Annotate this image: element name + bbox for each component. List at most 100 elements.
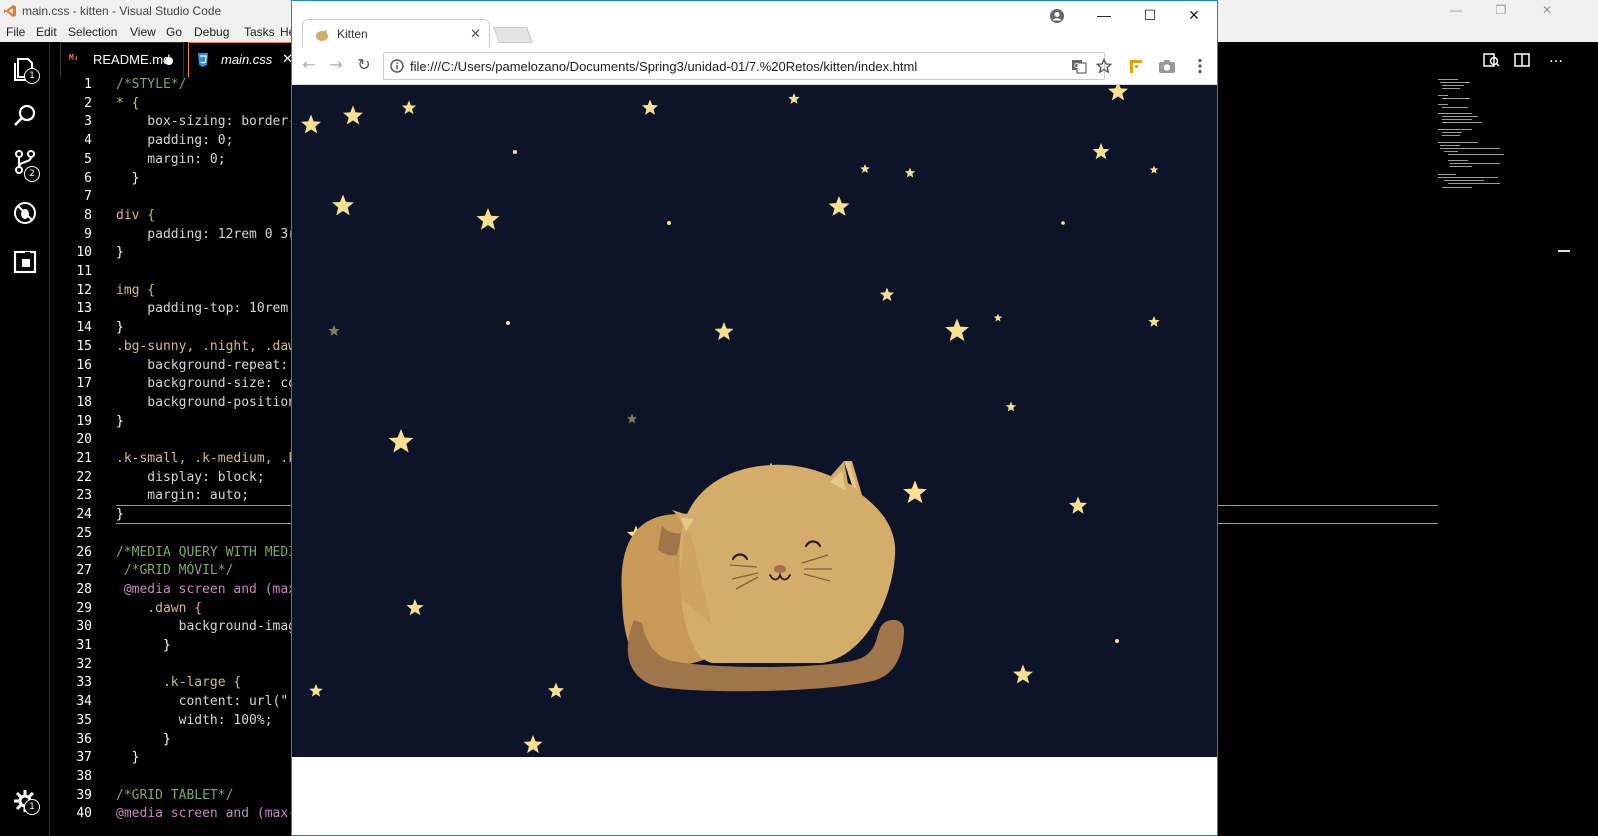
explorer-badge: 1	[24, 68, 40, 84]
camera-icon[interactable]	[1158, 57, 1176, 75]
bookmark-star-icon[interactable]	[1096, 58, 1112, 74]
menu-file[interactable]: File	[6, 25, 25, 39]
browser-window: Kitten ✕ — ☐ ✕ ← → ↻ file:///C:/Users/pa…	[291, 0, 1218, 836]
star-icon	[945, 318, 969, 342]
code-line: }	[116, 750, 140, 766]
code-editor[interactable]: /*STYLE*/ * { box-sizing: border- paddin…	[116, 77, 296, 836]
split-editor-icon[interactable]	[1513, 52, 1531, 68]
new-tab-button[interactable]	[493, 27, 533, 43]
translate-icon[interactable]: G	[1071, 58, 1087, 74]
code-line: }	[116, 320, 124, 336]
code-line: margin: 0;	[116, 151, 226, 167]
star-icon	[860, 164, 870, 174]
star-icon	[879, 287, 895, 302]
line-number: 31	[76, 638, 92, 653]
code-line: @media screen and (max	[116, 581, 296, 597]
menu-debug[interactable]: Debug	[194, 25, 229, 39]
more-actions-icon[interactable]: …	[1549, 50, 1563, 66]
star-dot	[1115, 639, 1119, 643]
reload-icon[interactable]: ↻	[355, 56, 373, 74]
night-sky-illustration	[301, 85, 1160, 754]
code-line: }	[116, 507, 124, 523]
code-line: @media screen and (max-	[116, 806, 296, 822]
star-icon	[1013, 664, 1033, 684]
vscode-minimize-button[interactable]: —	[1433, 3, 1479, 17]
line-number: 18	[76, 394, 92, 410]
star-icon	[406, 599, 424, 616]
star-icon	[1005, 401, 1017, 412]
browser-minimize-button[interactable]: —	[1084, 7, 1124, 23]
line-number: 13	[76, 301, 92, 317]
tab-main-css[interactable]: main.css ✕	[188, 42, 298, 77]
tab-close-icon[interactable]: ✕	[470, 26, 481, 42]
activity-bar: 1 2 1	[0, 42, 50, 836]
code-line: div {	[116, 207, 156, 223]
profile-icon[interactable]	[1049, 8, 1065, 24]
tab-readme[interactable]: M↓ README.md	[60, 42, 184, 77]
line-number: 34	[76, 694, 92, 710]
extensions-icon[interactable]	[12, 249, 38, 275]
browser-maximize-button[interactable]: ☐	[1130, 7, 1170, 24]
scrollbar-marker[interactable]	[1558, 250, 1570, 252]
line-number: 3	[84, 114, 92, 130]
code-line: img {	[116, 282, 156, 298]
line-number: 10	[76, 245, 92, 261]
star-icon	[1068, 496, 1088, 514]
star-icon	[1148, 316, 1160, 327]
page-viewport	[292, 85, 1217, 757]
debug-icon[interactable]	[12, 200, 38, 226]
vscode-close-button[interactable]: ✕	[1524, 3, 1570, 17]
star-icon	[547, 682, 565, 698]
search-icon[interactable]	[12, 103, 38, 129]
settings-badge: 1	[24, 799, 40, 815]
star-icon	[626, 413, 638, 424]
menu-selection[interactable]: Selection	[68, 25, 117, 39]
vscode-logo-icon	[4, 5, 16, 17]
line-number: 14	[76, 320, 92, 336]
menu-tasks[interactable]: Tasks	[244, 25, 275, 39]
line-number: 9	[84, 226, 92, 242]
info-icon[interactable]	[390, 59, 404, 73]
star-icon	[388, 429, 414, 453]
code-line: .bg-sunny, .night, .daw	[116, 338, 296, 354]
star-dot	[506, 321, 510, 325]
address-bar[interactable]: file:///C:/Users/pamelozano/Documents/Sp…	[383, 52, 1112, 80]
open-preview-icon[interactable]	[1482, 52, 1500, 68]
vscode-restore-button[interactable]: ❐	[1478, 3, 1524, 17]
browser-close-button[interactable]: ✕	[1174, 7, 1214, 24]
line-number: 8	[84, 207, 92, 223]
star-icon	[332, 194, 354, 216]
url-text: file:///C:/Users/pamelozano/Documents/Sp…	[410, 59, 918, 74]
line-number: 33	[76, 675, 92, 691]
line-number: 39	[76, 787, 92, 803]
code-line: display: block;	[116, 469, 265, 485]
code-line: }	[116, 170, 140, 186]
line-number: 29	[76, 600, 92, 616]
browser-tab-kitten[interactable]: Kitten ✕	[302, 19, 490, 49]
menu-edit[interactable]: Edit	[36, 25, 57, 39]
minimap[interactable]	[1438, 77, 1518, 197]
star-icon	[343, 105, 363, 125]
browser-tab-strip: Kitten ✕ — ☐ ✕	[292, 1, 1217, 49]
code-line: }	[116, 413, 124, 429]
star-dot	[513, 150, 517, 154]
back-arrow-icon[interactable]: ←	[300, 56, 318, 74]
menu-view[interactable]: View	[130, 25, 156, 39]
star-icon	[523, 735, 543, 754]
extension-icon[interactable]	[1127, 57, 1145, 75]
line-number: 2	[84, 95, 92, 111]
line-number: 19	[76, 413, 92, 429]
code-line: box-sizing: border-	[116, 114, 296, 130]
line-number: 4	[84, 133, 92, 149]
line-number: 15	[76, 338, 92, 354]
star-dot	[667, 221, 671, 225]
forward-arrow-icon[interactable]: →	[327, 56, 345, 74]
line-number-gutter: 1 2 3 4 5 6 7 8 9 10 11 12 13 14 15 16 1…	[50, 77, 98, 836]
menu-kebab-icon[interactable]	[1191, 57, 1209, 75]
line-number: 30	[76, 619, 92, 635]
menu-go[interactable]: Go	[166, 25, 182, 39]
unsaved-dot-icon[interactable]	[165, 57, 173, 65]
line-number: 16	[76, 357, 92, 373]
code-line: /*GRID MÓVIL*/	[116, 563, 234, 579]
line-number: 24	[76, 507, 92, 523]
